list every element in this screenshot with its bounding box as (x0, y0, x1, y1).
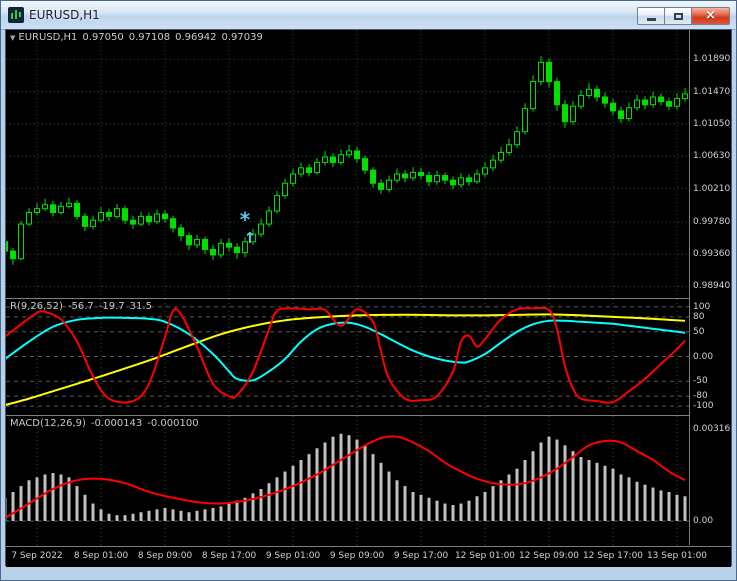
scale-tick-label: 80 (693, 311, 705, 322)
scale-tick-label: 1.01050 (693, 118, 731, 129)
scale-tick-label: 0.98940 (693, 281, 731, 292)
macd-signal-value: -0.000100 (147, 418, 199, 429)
scale-tick-label: -80 (693, 391, 708, 402)
macd-pane[interactable]: MACD(12,26,9) -0.000143 -0.000100 (6, 416, 691, 546)
time-axis-label: 9 Sep 01:00 (265, 551, 321, 561)
scale-tick-label: 1.01890 (693, 54, 731, 65)
minimize-button[interactable] (637, 7, 665, 25)
price-pane[interactable]: * ↑ ▼ EURUSD,H1 0.97050 0.97108 0.96942 0.9703… (6, 30, 691, 298)
time-axis-label: 8 Sep 09:00 (137, 551, 193, 561)
oscillator-pane-header: R(9,26,52) -56.7 -19.7 31.5 (10, 301, 157, 312)
macd-pane-header: MACD(12,26,9) -0.000143 -0.000100 (10, 418, 204, 429)
scale-tick-label: 1.00630 (693, 151, 731, 162)
scale-tick-label: -50 (693, 376, 708, 387)
arrow-up-annotation: ↑ (244, 229, 257, 247)
chart-window: EURUSD,H1 × * ↑ ▼ EURUSD,H1 0.97050 0.97108 0… (0, 0, 737, 581)
scale-tick-label: 50 (693, 326, 705, 337)
time-axis-label: 8 Sep 01:00 (73, 551, 129, 561)
indicator-name: R(9,26,52) (10, 301, 63, 312)
macd-chart (6, 416, 691, 546)
chart-client-area: * ↑ ▼ EURUSD,H1 0.97050 0.97108 0.96942 0.9703… (5, 29, 732, 567)
candlestick-chart: *↑ (6, 30, 691, 298)
chart-app-icon (8, 7, 24, 23)
collapse-triangle-icon[interactable]: ▼ (10, 34, 15, 42)
macd-signal-line (6, 435, 686, 519)
oscillator-pane[interactable]: R(9,26,52) -56.7 -19.7 31.5 (6, 299, 691, 415)
title-bar[interactable]: EURUSD,H1 × (1, 1, 736, 30)
scale-tick-label: -100 (693, 401, 714, 412)
scale-tick-label: 0.99360 (693, 249, 731, 260)
time-axis[interactable]: 7 Sep 2022 8 Sep 01:00 8 Sep 09:00 8 Sep 17… (6, 547, 731, 567)
asterisk-annotation: * (240, 207, 251, 231)
minimize-icon (646, 18, 656, 21)
ohlc-low: 0.96942 (175, 32, 217, 43)
time-axis-label: 9 Sep 17:00 (393, 551, 449, 561)
ohlc-high: 0.97108 (128, 32, 171, 43)
caption-buttons: × (637, 7, 730, 25)
time-axis-label: 7 Sep 2022 (11, 551, 63, 561)
time-axis-label: 13 Sep 01:00 (646, 551, 708, 561)
oscillator-chart (6, 299, 691, 415)
time-axis-label: 12 Sep 09:00 (518, 551, 580, 561)
price-pane-header: ▼ EURUSD,H1 0.97050 0.97108 0.96942 0.97039 (10, 32, 268, 43)
mid-line (6, 316, 686, 382)
scale-tick-label: 0.00 (693, 351, 714, 362)
window-title: EURUSD,H1 (29, 8, 100, 22)
indicator-value-1: -56.7 (67, 301, 94, 312)
close-icon: × (705, 8, 716, 23)
price-scale[interactable]: 1.01890 1.01470 1.01050 1.00630 1.00210 0.997… (689, 30, 731, 545)
slow-line (6, 313, 686, 406)
macd-value: -0.000143 (90, 418, 143, 429)
macd-histogram (6, 433, 687, 521)
close-button[interactable]: × (692, 7, 730, 25)
scale-tick-label: 0.00316 (693, 424, 731, 435)
indicator-value-3: 31.5 (129, 301, 152, 312)
time-axis-label: 8 Sep 17:00 (201, 551, 257, 561)
scale-tick-label: 1.01470 (693, 86, 731, 97)
scale-tick-label: 100 (693, 301, 711, 312)
time-axis-label: 9 Sep 09:00 (329, 551, 385, 561)
vertical-grid (36, 30, 678, 298)
scale-tick-label: 0.99780 (693, 216, 731, 227)
ohlc-close: 0.97039 (221, 32, 263, 43)
scale-tick-label: 0.00 (693, 515, 714, 526)
macd-name: MACD(12,26,9) (10, 418, 86, 429)
candlestick-series (6, 56, 688, 265)
time-axis-label: 12 Sep 01:00 (454, 551, 516, 561)
time-axis-label: 12 Sep 17:00 (582, 551, 644, 561)
maximize-icon (673, 12, 683, 20)
indicator-value-2: -19.7 (98, 301, 125, 312)
ohlc-open: 0.97050 (82, 32, 124, 43)
symbol-label: EURUSD,H1 (18, 32, 78, 43)
maximize-button[interactable] (665, 7, 692, 25)
scale-tick-label: 1.00210 (693, 183, 731, 194)
